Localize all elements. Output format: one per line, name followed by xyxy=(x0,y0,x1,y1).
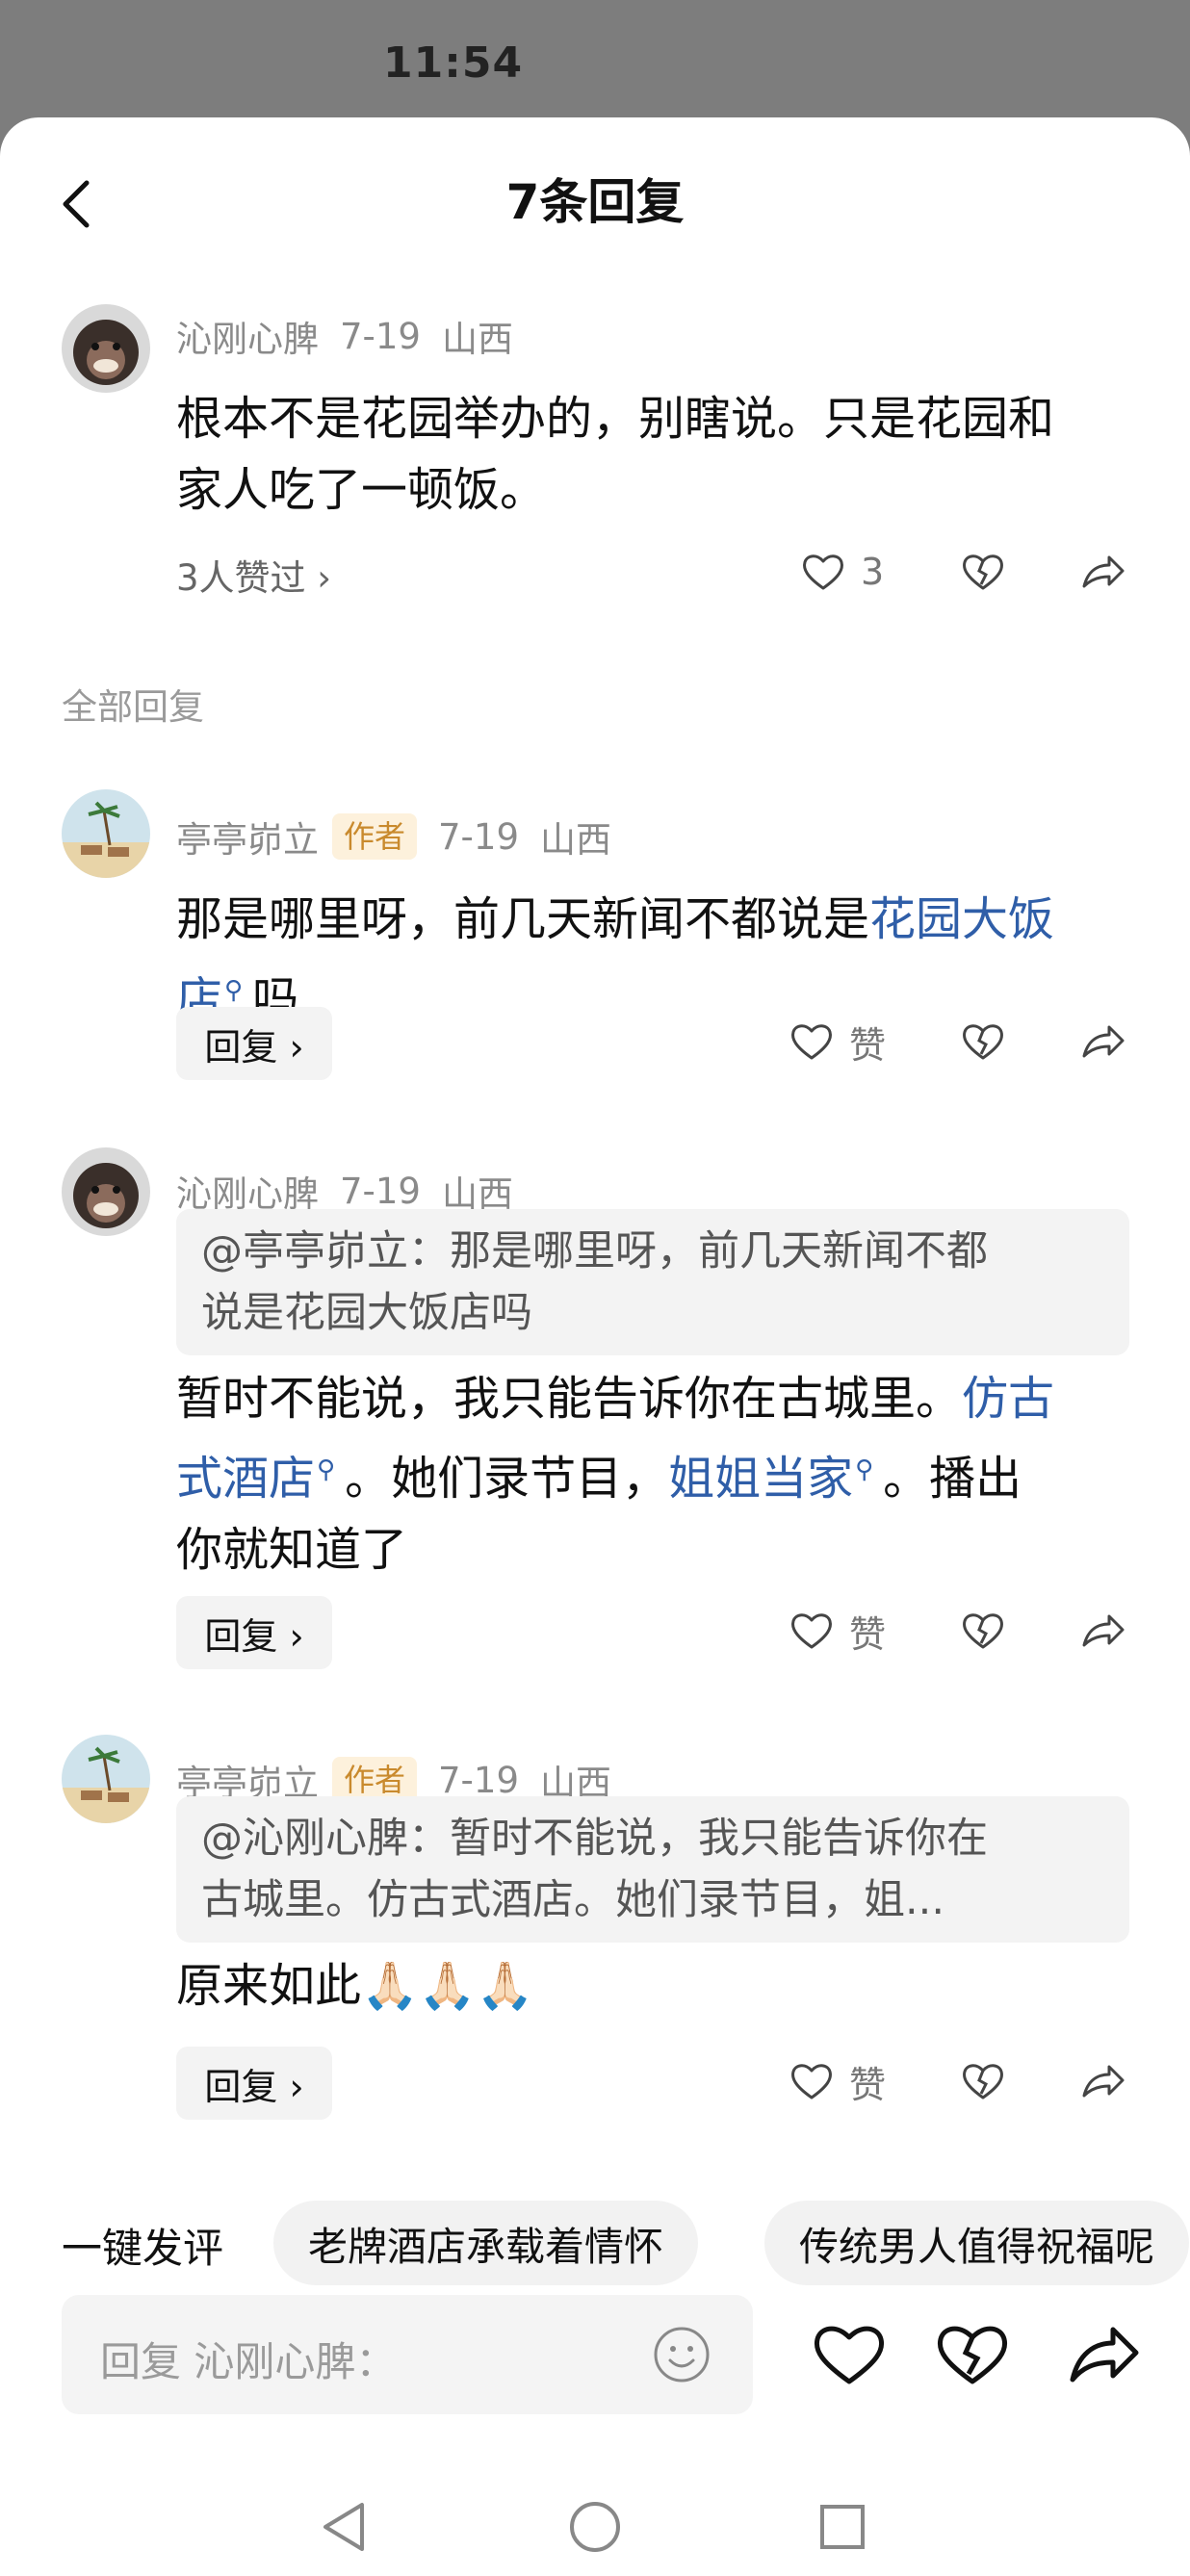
quick-comment-row: 一键发评 老牌酒店承载着情怀 传统男人值得祝福呢 xyxy=(0,2195,1190,2287)
username[interactable]: 沁刚心脾 xyxy=(176,310,319,362)
quoted-comment[interactable]: @沁刚心脾：暂时不能说，我只能告诉你在 古城里。仿古式酒店。她们录节目，姐... xyxy=(176,1796,1129,1943)
comment-date: 7-19 xyxy=(438,1759,519,1801)
author-badge: 作者 xyxy=(332,813,418,860)
reply-input[interactable]: 回复 沁刚心脾： xyxy=(62,2295,753,2414)
comment-location: 山西 xyxy=(540,819,611,861)
search-icon: ⚲ xyxy=(224,976,244,1005)
status-bar: 11:54 xyxy=(0,0,1190,125)
avatar[interactable] xyxy=(62,1147,150,1236)
quick-comment-chip[interactable]: 老牌酒店承载着情怀 xyxy=(273,2201,698,2285)
replies-sheet: 7条回复 沁刚心脾 7-19 山西 根本不是花园举办的，别瞎说。只是花园和 家人… xyxy=(0,117,1190,2576)
search-link[interactable]: 姐姐当家 xyxy=(668,1452,853,1506)
comment-meta: 沁刚心脾 7-19 山西 xyxy=(176,310,513,362)
share-button[interactable] xyxy=(1078,1602,1126,1660)
comment-meta: 沁刚心脾 7-19 山西 xyxy=(176,1167,513,1216)
comment-location: 山西 xyxy=(441,319,513,360)
search-icon: ⚲ xyxy=(317,1455,336,1484)
heart-icon xyxy=(791,1613,832,1649)
triangle-back-icon[interactable] xyxy=(312,2493,379,2561)
status-time: 11:54 xyxy=(383,39,524,88)
like-label: 赞 xyxy=(849,2063,887,2106)
heart-icon xyxy=(803,554,843,590)
avatar[interactable] xyxy=(62,789,150,878)
quick-comment-title: 一键发评 xyxy=(62,2225,224,2272)
heart-icon xyxy=(791,1024,832,1060)
comment-text: 暂时不能说，我只能告诉你在古城里。仿古 式酒店⚲ 。她们录节目，姐姐当家⚲ 。播出 … xyxy=(176,1372,1055,1577)
search-link[interactable]: 式酒店 xyxy=(176,1452,315,1506)
like-label: 赞 xyxy=(849,1612,887,1656)
smiley-icon[interactable] xyxy=(651,2324,712,2385)
page-title: 7条回复 xyxy=(505,174,685,230)
avatar[interactable] xyxy=(62,304,150,393)
share-button[interactable] xyxy=(1078,2052,1126,2110)
heart-icon xyxy=(791,2064,832,2099)
like-button[interactable]: 赞 xyxy=(788,1013,886,1070)
system-nav-bar xyxy=(0,2474,1190,2576)
share-arrow-icon xyxy=(1082,555,1125,588)
heart-icon[interactable] xyxy=(809,2314,890,2395)
dislike-button[interactable] xyxy=(959,1602,1007,1660)
comment-text-line: 家人吃了一顿饭。 xyxy=(176,463,547,517)
broken-heart-icon xyxy=(963,1024,1003,1060)
search-link[interactable]: 花园大饭 xyxy=(869,892,1054,946)
comment-text: 原来如此🙏🏻🙏🏻🙏🏻 xyxy=(176,1959,534,2013)
search-link[interactable]: 仿古 xyxy=(962,1372,1054,1426)
comment-date: 7-19 xyxy=(340,1170,421,1212)
comment-text-line: 根本不是花园举办的，别瞎说。只是花园和 xyxy=(176,392,1055,446)
comment-date: 7-19 xyxy=(340,315,421,357)
reply-button[interactable]: 回复 › xyxy=(176,1007,332,1080)
square-recent-icon[interactable] xyxy=(809,2493,876,2561)
reply-button[interactable]: 回复 › xyxy=(176,1596,332,1669)
broken-heart-icon xyxy=(963,1613,1003,1649)
comment-text: 根本不是花园举办的，别瞎说。只是花园和 家人吃了一顿饭。 xyxy=(176,383,1139,526)
reply-button[interactable]: 回复 › xyxy=(176,2047,332,2120)
liked-by-link[interactable]: 3人赞过 › xyxy=(176,549,331,601)
comment-date: 7-19 xyxy=(438,815,519,858)
like-button[interactable]: 3 xyxy=(799,543,884,601)
username[interactable]: 亭亭峁立 xyxy=(176,811,319,863)
dislike-button[interactable] xyxy=(959,1013,1007,1070)
search-icon: ⚲ xyxy=(855,1455,874,1484)
dislike-button[interactable] xyxy=(959,543,1007,601)
like-button[interactable]: 赞 xyxy=(788,1602,886,1660)
quick-comment-chip[interactable]: 传统男人值得祝福呢 xyxy=(764,2201,1189,2285)
like-count: 3 xyxy=(861,551,885,593)
reply-input-placeholder: 回复 沁刚心脾： xyxy=(100,2338,397,2385)
like-button[interactable]: 赞 xyxy=(788,2052,886,2110)
comment-meta: 亭亭峁立 作者 7-19 山西 xyxy=(176,812,611,861)
share-arrow-icon[interactable] xyxy=(1063,2314,1144,2395)
like-label: 赞 xyxy=(849,1023,887,1067)
section-label: 全部回复 xyxy=(62,686,204,728)
dislike-button[interactable] xyxy=(959,2052,1007,2110)
share-arrow-icon xyxy=(1082,1025,1125,1058)
share-arrow-icon xyxy=(1082,2065,1125,2098)
share-arrow-icon xyxy=(1082,1614,1125,1647)
share-button[interactable] xyxy=(1078,1013,1126,1070)
share-button[interactable] xyxy=(1078,543,1126,601)
avatar[interactable] xyxy=(62,1735,150,1823)
circle-home-icon[interactable] xyxy=(561,2493,629,2561)
broken-heart-icon xyxy=(963,554,1003,590)
broken-heart-icon[interactable] xyxy=(932,2314,1013,2395)
broken-heart-icon xyxy=(963,2064,1003,2099)
quoted-comment[interactable]: @亭亭峁立：那是哪里呀，前几天新闻不都 说是花园大饭店吗 xyxy=(176,1209,1129,1355)
